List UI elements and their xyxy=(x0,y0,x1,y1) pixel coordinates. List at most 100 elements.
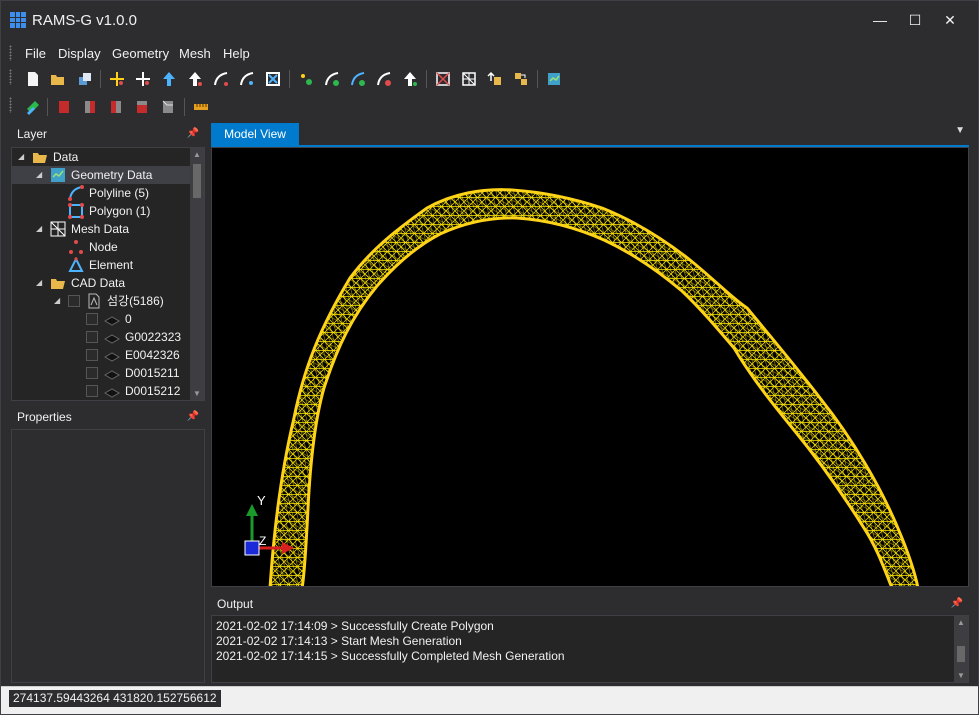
mesh-export-icon[interactable] xyxy=(511,69,531,89)
model-viewport[interactable]: Y Z xyxy=(211,147,969,587)
open-folder-icon[interactable] xyxy=(48,69,68,89)
minimize-button[interactable]: — xyxy=(865,9,895,31)
polyline-delete-icon[interactable] xyxy=(263,69,283,89)
tree-item-layer[interactable]: E0042326 xyxy=(12,346,192,364)
scroll-down-icon[interactable]: ▼ xyxy=(193,389,201,398)
tree-item-polyline[interactable]: Polyline (5) xyxy=(12,184,192,202)
collapse-icon[interactable]: ◢ xyxy=(36,274,42,292)
close-button[interactable]: ✕ xyxy=(935,9,965,31)
maximize-button[interactable]: ☐ xyxy=(900,9,930,31)
status-bar: 274137.59443264 431820.152756612 xyxy=(1,686,978,714)
node-add-icon[interactable] xyxy=(296,69,316,89)
mesh-import-icon[interactable] xyxy=(485,69,505,89)
output-panel-header: Output 📌 xyxy=(211,593,969,615)
curve-node-icon[interactable] xyxy=(322,69,342,89)
collapse-icon[interactable]: ◢ xyxy=(36,220,42,238)
scroll-down-icon[interactable]: ▼ xyxy=(957,671,965,680)
window-title: RAMS-G v1.0.0 xyxy=(32,12,138,29)
mesh-grid-icon[interactable] xyxy=(459,69,479,89)
ruler-icon[interactable] xyxy=(191,97,211,117)
layer-checkbox[interactable] xyxy=(86,331,98,343)
tree-item-layer[interactable]: D0015212 xyxy=(12,382,192,400)
new-file-icon[interactable] xyxy=(23,69,43,89)
layer-icon xyxy=(103,347,121,363)
layer-checkbox[interactable] xyxy=(86,385,98,397)
map-view-icon[interactable] xyxy=(544,69,564,89)
layer-checkbox[interactable] xyxy=(68,295,80,307)
river-mesh xyxy=(268,188,920,586)
point-edit-icon[interactable] xyxy=(133,69,153,89)
menu-geometry[interactable]: Geometry xyxy=(112,46,169,61)
app-grid-icon xyxy=(10,12,26,28)
properties-panel-title: Properties xyxy=(17,410,72,424)
tree-item-polygon[interactable]: Polygon (1) xyxy=(12,202,192,220)
mesh-grid-icon xyxy=(50,221,66,237)
layer-checkbox[interactable] xyxy=(86,349,98,361)
layer-icon xyxy=(103,329,121,345)
layer-icon xyxy=(103,365,121,381)
select-edit-icon[interactable] xyxy=(185,69,205,89)
tree-item-cad-data[interactable]: ◢ CAD Data xyxy=(12,274,192,292)
tab-dropdown-icon[interactable]: ▼ xyxy=(955,125,965,136)
tree-item-geometry-data[interactable]: ◢ Geometry Data xyxy=(12,166,192,184)
collapse-icon[interactable]: ◢ xyxy=(54,292,60,310)
select-arrow-icon[interactable] xyxy=(159,69,179,89)
toolbar-grip-icon xyxy=(9,97,12,113)
layer-tree-scrollbar[interactable]: ▲ ▼ xyxy=(190,148,204,400)
layer-tree: ◢ Data ◢ Geometry Data Polyline (5) Poly… xyxy=(11,147,205,401)
tree-item-layer[interactable]: D0015211 xyxy=(12,364,192,382)
tab-model-view[interactable]: Model View xyxy=(211,123,299,145)
main-toolbar xyxy=(9,67,571,91)
tree-item-element[interactable]: Element xyxy=(12,256,192,274)
pin-icon[interactable]: 📌 xyxy=(187,123,199,145)
view-back-icon[interactable] xyxy=(132,97,152,117)
layer-checkbox[interactable] xyxy=(86,367,98,379)
properties-panel-header: Properties 📌 xyxy=(11,406,205,428)
menu-file[interactable]: File xyxy=(25,46,46,61)
collapse-icon[interactable]: ◢ xyxy=(18,148,24,166)
folder-open-icon xyxy=(32,149,48,165)
pin-icon[interactable]: 📌 xyxy=(951,593,963,615)
view-front-icon[interactable] xyxy=(54,97,74,117)
cursor-coordinates: 274137.59443264 431820.152756612 xyxy=(9,690,221,707)
tree-item-mesh-data[interactable]: ◢ Mesh Data xyxy=(12,220,192,238)
layer-stack-icon[interactable] xyxy=(23,97,43,117)
app-window: RAMS-G v1.0.0 — ☐ ✕ File Display Geometr… xyxy=(0,0,979,715)
menu-mesh[interactable]: Mesh xyxy=(179,46,211,61)
menu-grip-icon xyxy=(9,45,12,61)
menu-help[interactable]: Help xyxy=(223,46,250,61)
layer-icon xyxy=(103,383,121,399)
scroll-thumb[interactable] xyxy=(957,646,965,662)
point-tool-icon[interactable] xyxy=(107,69,127,89)
tree-item-cad-file[interactable]: ◢ 섬강(5186) xyxy=(12,292,192,310)
collapse-icon[interactable]: ◢ xyxy=(36,166,42,184)
tree-item-layer[interactable]: G0022323 xyxy=(12,328,192,346)
polyline-edit-icon[interactable] xyxy=(237,69,257,89)
tree-item-node[interactable]: Node xyxy=(12,238,192,256)
scroll-up-icon[interactable]: ▲ xyxy=(193,150,201,159)
tree-item-data[interactable]: ◢ Data xyxy=(12,148,192,166)
scroll-thumb[interactable] xyxy=(193,164,201,198)
title-bar: RAMS-G v1.0.0 — ☐ ✕ xyxy=(1,1,978,39)
view-iso-icon[interactable] xyxy=(158,97,178,117)
layer-checkbox[interactable] xyxy=(86,313,98,325)
node-icon xyxy=(68,239,84,255)
select-node-icon[interactable] xyxy=(400,69,420,89)
view-toolbar xyxy=(9,95,231,119)
menu-display[interactable]: Display xyxy=(58,46,101,61)
polyline-add-icon[interactable] xyxy=(211,69,231,89)
output-scrollbar[interactable]: ▲ ▼ xyxy=(954,616,968,682)
element-triangle-icon xyxy=(68,256,84,273)
cad-file-icon xyxy=(86,293,102,309)
log-line: 2021-02-02 17:14:13 > Start Mesh Generat… xyxy=(216,634,462,648)
pin-icon[interactable]: 📌 xyxy=(187,406,199,428)
scroll-up-icon[interactable]: ▲ xyxy=(957,618,965,627)
save-icon[interactable] xyxy=(75,69,95,89)
view-right-icon[interactable] xyxy=(80,97,100,117)
tree-item-layer[interactable]: 0 xyxy=(12,310,192,328)
mesh-generate-icon[interactable] xyxy=(433,69,453,89)
curve-node-delete-icon[interactable] xyxy=(374,69,394,89)
curve-node-move-icon[interactable] xyxy=(348,69,368,89)
view-left-icon[interactable] xyxy=(106,97,126,117)
output-panel-title: Output xyxy=(217,597,254,611)
